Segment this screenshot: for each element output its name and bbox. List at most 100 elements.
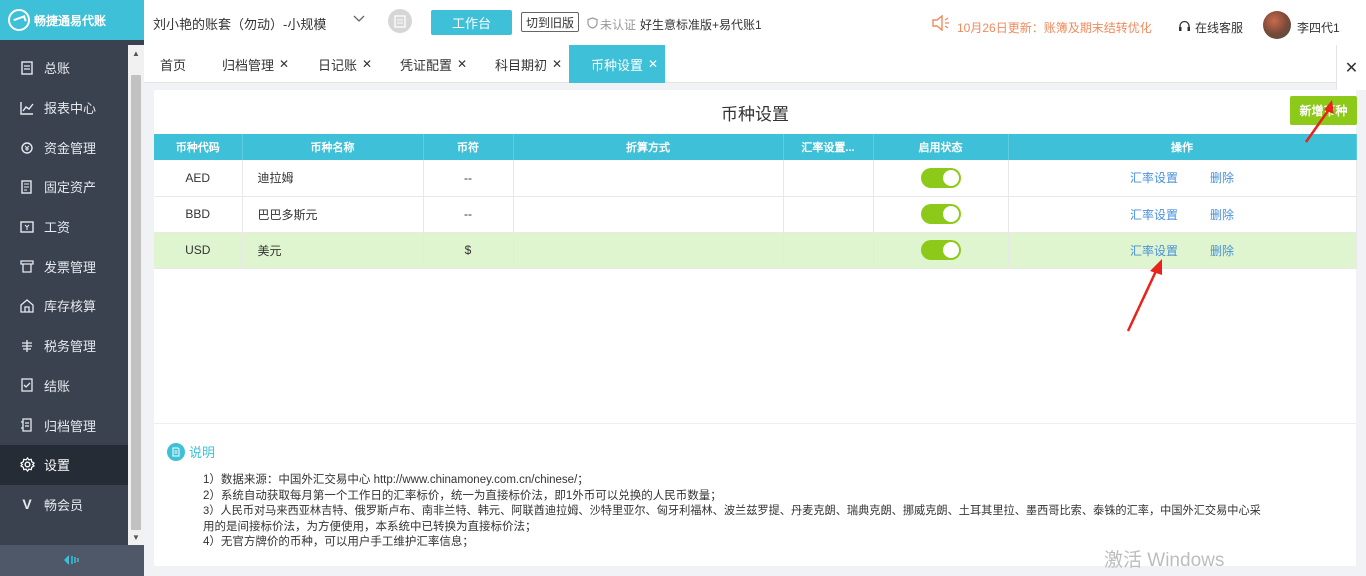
- column-header-actions[interactable]: 操作: [1008, 134, 1357, 160]
- close-icon[interactable]: ✕: [362, 57, 372, 71]
- sidebar-item-ledger[interactable]: 总账: [0, 48, 128, 88]
- actions-cell: 汇率设置 删除: [1008, 232, 1357, 269]
- sidebar-item-invoice[interactable]: 发票管理: [0, 246, 128, 286]
- rate-setting-link[interactable]: 汇率设置: [1130, 244, 1178, 258]
- tab-label: 归档管理: [222, 57, 275, 73]
- close-icon[interactable]: ✕: [279, 57, 289, 71]
- chevron-down-icon[interactable]: [353, 14, 365, 26]
- checkout-icon: [19, 377, 35, 393]
- add-currency-button[interactable]: 新增币种: [1290, 96, 1357, 125]
- online-service-button[interactable]: 在线客服: [1178, 19, 1243, 36]
- calendar-icon[interactable]: [388, 9, 412, 33]
- salary-icon: [19, 219, 35, 235]
- rate-setting-link[interactable]: 汇率设置: [1130, 208, 1178, 222]
- sidebar-item-inventory[interactable]: 库存核算: [0, 286, 128, 326]
- scroll-thumb[interactable]: [131, 75, 141, 530]
- sidebar-item-report[interactable]: 报表中心: [0, 88, 128, 128]
- sidebar-item-label: 设置: [44, 458, 71, 474]
- fund-icon: [19, 139, 35, 155]
- avatar[interactable]: [1263, 11, 1291, 39]
- delete-link[interactable]: 删除: [1210, 171, 1234, 185]
- scroll-up-arrow-icon[interactable]: ▲: [128, 45, 144, 61]
- table-header-row: 币种代码 币种名称 币符 折算方式 汇率设置... 启用状态 操作: [154, 134, 1357, 160]
- close-icon[interactable]: ✕: [648, 57, 658, 71]
- enabled-toggle[interactable]: [920, 204, 961, 224]
- tab-journal[interactable]: 日记账 ✕: [318, 45, 372, 83]
- column-header-code[interactable]: 币种代码: [154, 134, 243, 160]
- note-line: 2）系统自动获取每月第一个工作日的汇率标价，统一为直接标价法，即1外币可以兑换的…: [203, 489, 722, 502]
- column-header-name[interactable]: 币种名称: [242, 134, 424, 160]
- enabled-toggle[interactable]: [920, 240, 961, 260]
- table-row[interactable]: BBD 巴巴多斯元 -- 汇率设置 删除: [154, 196, 1357, 233]
- sidebar: 首页 总账 报表中心 资金管理 固定资产 工资 发票管理 库存核算: [0, 0, 144, 576]
- switch-old-version-button[interactable]: 切到旧版: [521, 12, 580, 32]
- sidebar-item-asset[interactable]: 固定资产: [0, 167, 128, 207]
- app-logo[interactable]: 畅捷通易代账: [0, 0, 144, 40]
- sidebar-item-label: 总账: [44, 61, 71, 77]
- unverified-status[interactable]: 未认证: [587, 16, 636, 33]
- enabled-toggle[interactable]: [920, 167, 961, 188]
- rate-setting-cell: [783, 160, 874, 197]
- sidebar-item-checkout[interactable]: 结账: [0, 366, 128, 406]
- account-selector[interactable]: 刘小艳的账套（勿动）-小规模: [153, 14, 326, 33]
- currency-table: 币种代码 币种名称 币符 折算方式 汇率设置... 启用状态 操作 AED 迪拉…: [154, 134, 1357, 269]
- tab-currency-settings[interactable]: 币种设置 ✕: [569, 45, 665, 83]
- document-icon: [167, 442, 185, 461]
- delete-link[interactable]: 删除: [1210, 208, 1234, 222]
- tab-archive[interactable]: 归档管理 ✕: [222, 45, 289, 83]
- ledger-icon: [19, 60, 35, 76]
- sidebar-item-tax[interactable]: 税务管理: [0, 326, 128, 366]
- sidebar-item-vip[interactable]: V 畅会员: [0, 485, 128, 525]
- sidebar-item-label: 畅会员: [44, 497, 84, 513]
- top-bar: 刘小艳的账套（勿动）-小规模 工作台 切到旧版 未认证 好生意标准版+易代账1 …: [144, 0, 1366, 45]
- table-row[interactable]: AED 迪拉姆 -- 汇率设置 删除: [154, 160, 1357, 197]
- tab-account-opening[interactable]: 科目期初 ✕: [495, 45, 562, 83]
- update-notice-link[interactable]: 10月26日更新：账簿及期末结转优化: [957, 19, 1152, 36]
- notes-title: 说明: [189, 445, 216, 460]
- sidebar-nav: 首页 总账 报表中心 资金管理 固定资产 工资 发票管理 库存核算: [0, 21, 128, 525]
- sidebar-item-fund[interactable]: 资金管理: [0, 127, 128, 167]
- status-cell: [873, 196, 1009, 233]
- tab-label: 币种设置: [591, 57, 644, 73]
- sidebar-scrollbar[interactable]: ▲ ▼: [128, 45, 144, 545]
- archive-icon: [19, 417, 35, 433]
- username[interactable]: 李四代1: [1297, 19, 1340, 36]
- currency-name-cell: 巴巴多斯元: [242, 196, 424, 233]
- workbench-button[interactable]: 工作台: [431, 10, 512, 35]
- column-header-status[interactable]: 启用状态: [873, 134, 1009, 160]
- sidebar-item-salary[interactable]: 工资: [0, 207, 128, 247]
- tab-label: 首页: [160, 57, 187, 73]
- rate-setting-link[interactable]: 汇率设置: [1130, 171, 1178, 185]
- status-cell: [873, 232, 1009, 269]
- column-header-method[interactable]: 折算方式: [513, 134, 784, 160]
- tab-voucher-config[interactable]: 凭证配置 ✕: [400, 45, 467, 83]
- status-cell: [873, 160, 1009, 197]
- note-line: 用的是间接标价法，为方便使用，本系统中已转换为直接标价法；: [203, 520, 537, 533]
- column-header-rate[interactable]: 汇率设置...: [783, 134, 874, 160]
- tab-label: 凭证配置: [400, 57, 453, 73]
- report-icon: [19, 100, 35, 116]
- headset-icon: [1178, 20, 1191, 36]
- sidebar-item-settings[interactable]: 设置: [0, 444, 128, 485]
- column-header-symbol[interactable]: 币符: [423, 134, 514, 160]
- table-row[interactable]: USD 美元 $ 汇率设置 删除: [154, 232, 1357, 269]
- actions-cell: 汇率设置 删除: [1008, 196, 1357, 233]
- rate-setting-cell: [783, 232, 874, 269]
- sidebar-item-archive[interactable]: 归档管理: [0, 405, 128, 445]
- close-all-tabs-button[interactable]: ✕: [1336, 45, 1366, 90]
- tab-home[interactable]: 首页: [160, 45, 186, 83]
- close-icon[interactable]: ✕: [457, 57, 467, 71]
- edition-label: 好生意标准版+易代账1: [640, 18, 762, 32]
- scroll-down-arrow-icon[interactable]: ▼: [128, 529, 144, 545]
- sidebar-item-label: 发票管理: [44, 259, 97, 275]
- sidebar-item-label: 工资: [44, 220, 71, 236]
- gear-icon: [19, 457, 35, 473]
- sidebar-item-label: 结账: [44, 378, 71, 394]
- delete-link[interactable]: 删除: [1210, 244, 1234, 258]
- close-icon[interactable]: ✕: [552, 57, 562, 71]
- unverified-label: 未认证: [600, 18, 637, 32]
- currency-code-cell: BBD: [154, 196, 243, 233]
- notes-heading: 说明: [167, 442, 215, 461]
- collapse-icon: [63, 553, 81, 569]
- sidebar-collapse-button[interactable]: [0, 545, 144, 576]
